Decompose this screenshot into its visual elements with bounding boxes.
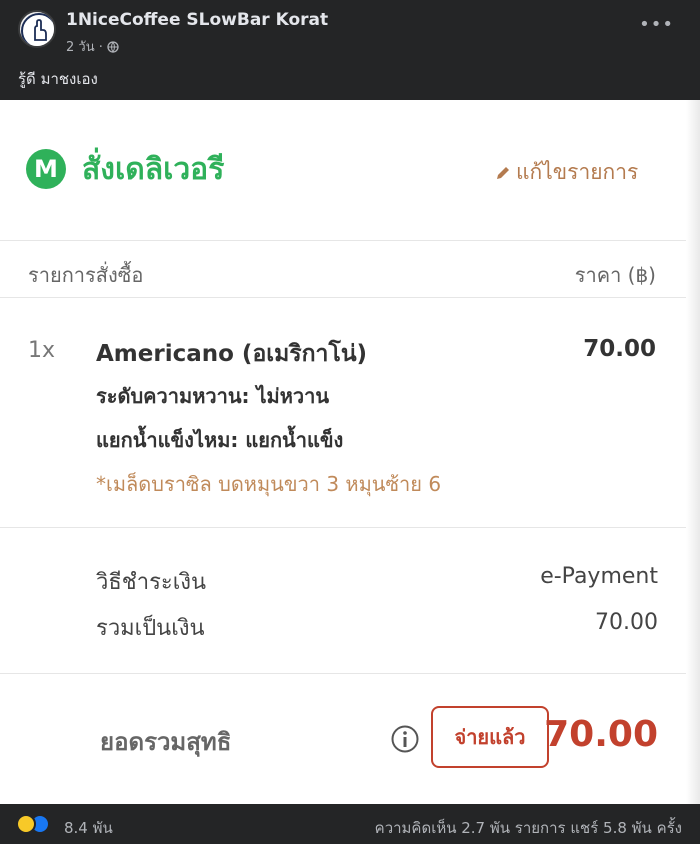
post-caption: รู้ดี มาชงเอง xyxy=(18,70,98,88)
payment-method-value: e-Payment xyxy=(540,564,658,589)
order-title: สั่งเดลิเวอรี xyxy=(82,152,225,187)
paid-badge: จ่ายแล้ว xyxy=(431,706,549,768)
post-time[interactable]: 2 วัน · xyxy=(66,36,103,57)
globe-icon xyxy=(107,40,119,53)
item-name: Americano (อเมริกาโน่) xyxy=(96,341,368,367)
avatar-hand-icon xyxy=(21,13,54,46)
subtotal-value: 70.00 xyxy=(595,610,658,635)
pencil-icon xyxy=(497,166,509,179)
column-price: ราคา (฿) xyxy=(574,263,656,287)
page-avatar[interactable] xyxy=(18,10,56,48)
receipt-title-bar: M สั่งเดลิเวอรี แก้ไขรายการ xyxy=(0,100,686,200)
page-name[interactable]: 1NiceCoffee SLowBar Korat xyxy=(66,10,328,30)
subtotal-label: รวมเป็นเงิน xyxy=(96,616,205,641)
more-options-icon[interactable]: ••• xyxy=(639,14,674,35)
net-total: ยอดรวมสุทธิ จ่ายแล้ว 70.00 xyxy=(0,674,686,794)
item-option-ice: แยกน้ำแข็งไหม: แยกน้ำแข็ง xyxy=(96,428,344,452)
item-quantity: 1x xyxy=(28,338,56,363)
net-total-label: ยอดรวมสุทธิ xyxy=(100,728,232,756)
item-option-sweetness: ระดับความหวาน: ไม่หวาน xyxy=(96,384,330,408)
post-footer: 8.4 พัน ความคิดเห็น 2.7 พัน รายการ แชร์ … xyxy=(0,804,700,844)
column-item: รายการสั่งซื้อ xyxy=(28,263,144,287)
reaction-count[interactable]: 8.4 พัน xyxy=(64,816,113,840)
post-header: 1NiceCoffee SLowBar Korat 2 วัน · ••• รู… xyxy=(0,0,700,100)
payment-summary: วิธีชำระเงิน e-Payment รวมเป็นเงิน 70.00 xyxy=(0,528,686,674)
order-item: 1x Americano (อเมริกาโน่) 70.00 ระดับควา… xyxy=(0,298,686,528)
comment-share-stats[interactable]: ความคิดเห็น 2.7 พัน รายการ แชร์ 5.8 พัน … xyxy=(375,816,682,840)
reaction-icons[interactable] xyxy=(16,814,50,834)
order-receipt-image[interactable]: M สั่งเดลิเวอรี แก้ไขรายการ รายการสั่งซื… xyxy=(0,100,700,804)
receipt-edge xyxy=(686,100,700,804)
order-table-header: รายการสั่งซื้อ ราคา (฿) xyxy=(0,240,686,298)
haha-reaction-icon xyxy=(16,814,36,834)
edit-order-link: แก้ไขรายการ xyxy=(494,156,638,189)
info-icon xyxy=(391,725,419,753)
payment-method-label: วิธีชำระเงิน xyxy=(96,570,206,595)
edit-order-label: แก้ไขรายการ xyxy=(516,160,639,184)
m-logo-icon: M xyxy=(26,149,66,189)
post-meta: 2 วัน · xyxy=(66,36,119,57)
item-price: 70.00 xyxy=(583,336,656,362)
net-total-amount: 70.00 xyxy=(544,714,658,755)
item-note: *เมล็ดบราซิล บดหมุนขวา 3 หมุนซ้าย 6 xyxy=(96,472,442,496)
